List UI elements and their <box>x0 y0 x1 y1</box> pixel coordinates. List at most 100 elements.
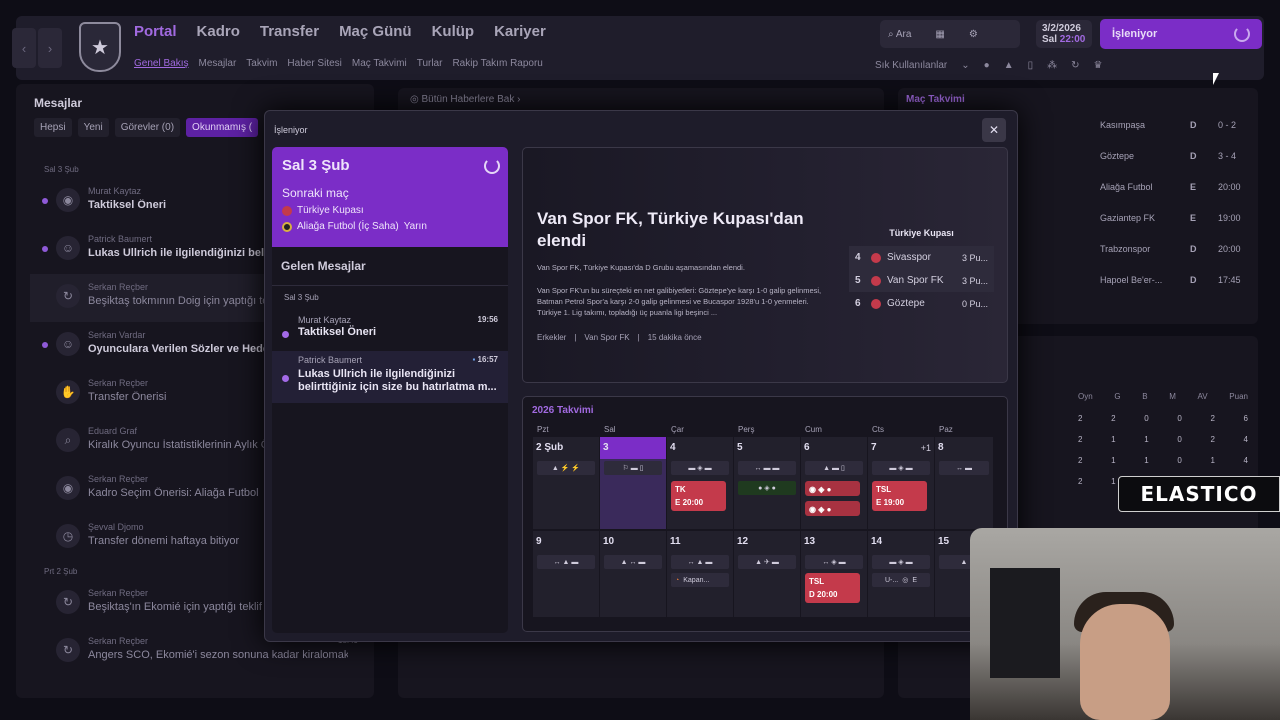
fixture-row[interactable]: Hapoel Be'er-... D 17:45 <box>1100 275 1250 306</box>
inbox-item[interactable]: Murat Kaytaz 19:56 Taktiksel Öneri <box>272 311 508 355</box>
team-crest-icon <box>871 252 881 263</box>
back-button[interactable]: ‹ <box>12 28 36 68</box>
favorites-dropdown[interactable]: Sık Kullanılanlar <box>875 60 947 71</box>
subnav-rakip-raporu[interactable]: Rakip Takım Raporu <box>452 58 542 69</box>
table-row[interactable]: 2 1 1 0 2 4 <box>1078 435 1248 456</box>
cell: 2 <box>1111 414 1116 423</box>
news-tag[interactable]: Van Spor FK <box>584 333 629 342</box>
nav-kadro[interactable]: Kadro <box>197 23 240 40</box>
continue-button[interactable]: İşleniyor <box>1100 19 1262 49</box>
youth-label: U-... <box>884 576 899 584</box>
youth-match[interactable]: U-... ◎ E <box>872 573 930 587</box>
news-card[interactable]: Van Spor FK, Türkiye Kupası'dan elendi V… <box>522 147 1008 383</box>
countdown-icon: ◔ <box>675 576 680 584</box>
inbox-item[interactable]: Patrick Baumert ▪ 16:57 Lukas Ullrich il… <box>272 351 508 403</box>
filter-new[interactable]: Yeni <box>77 118 109 137</box>
calendar-day[interactable]: 7 +1 ▬ ◈ ▬ TSL E 19:00 <box>868 437 934 529</box>
tactics-icon[interactable]: ⁂ <box>1047 60 1057 71</box>
refresh-icon[interactable]: ↻ <box>1071 60 1079 71</box>
close-icon[interactable]: ✕ <box>982 118 1006 142</box>
nav-portal[interactable]: Portal <box>134 23 177 40</box>
cell: 2 <box>1210 414 1215 423</box>
news-tag[interactable]: Erkekler <box>537 333 566 342</box>
calendar-day[interactable]: 4 ▬ ◈ ▬ TK E 20:00 <box>667 437 733 529</box>
standings-row[interactable]: 5 Van Spor FK 3 Pu... <box>849 269 994 292</box>
event-card[interactable]: ◉ ◈ ● <box>805 501 860 516</box>
calendar-day[interactable]: 8 ↔ ▬ <box>935 437 993 529</box>
calendar-day[interactable]: 14 ▬ ◈ ▬ U-... ◎ E <box>868 531 934 617</box>
date-box[interactable]: 3/2/2026 Sal 22:00 <box>1036 20 1092 48</box>
subnav-haber-sitesi[interactable]: Haber Sitesi <box>287 58 341 69</box>
document-icon[interactable]: ▯ <box>1028 60 1034 71</box>
standings-row[interactable]: 4 Sivasspor 3 Pu... <box>849 246 994 269</box>
day-text: Sal <box>1042 34 1058 45</box>
chat-icon[interactable]: ● <box>984 60 990 71</box>
calendar-panel: 2026 Takvimi Pzt Sal Çar Perş Cum Cts Pa… <box>522 396 1008 632</box>
calendar-day-today[interactable]: 3 ⚐ ▬ ▯ <box>600 437 666 529</box>
calendar-day[interactable]: 5 ↔ ▬ ▬ ● ◈ ● <box>734 437 800 529</box>
fixture-row[interactable]: Kasımpaşa D 0 - 2 <box>1100 120 1250 151</box>
match-card[interactable]: TK E 20:00 <box>671 481 726 511</box>
weekday: Pzt <box>537 425 549 434</box>
nav-kulup[interactable]: Kulüp <box>432 23 475 40</box>
training-icons: ▲ ▬ ▯ <box>805 461 863 475</box>
filter-unread[interactable]: Okunmamış ( <box>186 118 259 137</box>
inbox-title: Gelen Mesajlar <box>281 259 366 273</box>
subnav-mac-takvimi[interactable]: Maç Takvimi <box>352 58 407 69</box>
news-headline: Van Spor FK, Türkiye Kupası'dan elendi <box>537 209 804 250</box>
trophy-icon[interactable]: ♛ <box>1094 60 1103 71</box>
fixture-row[interactable]: Aliağa Futbol E 20:00 <box>1100 182 1250 213</box>
weekday: Sal <box>604 425 616 434</box>
search-box[interactable]: ⌕ Ara ▦ ⚙ <box>880 20 1020 48</box>
fixture-team: Hapoel Be'er-... <box>1100 275 1163 285</box>
nav-transfer[interactable]: Transfer <box>260 23 319 40</box>
calendar-day[interactable]: 10 ▲ ↔ ▬ <box>600 531 666 617</box>
person-icon: ☺ <box>56 236 80 260</box>
quick-bar: Sık Kullanılanlar ⌄ ● ▲ ▯ ⁂ ↻ ♛ <box>875 60 1102 71</box>
filter-tasks[interactable]: Görevler (0) <box>114 118 181 137</box>
next-match-card[interactable]: Sal 3 Şub Sonraki maç Türkiye Kupası Ali… <box>272 147 508 247</box>
table-row[interactable]: 2 2 0 0 2 6 <box>1078 414 1248 435</box>
event-card[interactable]: ◉ ◈ ● <box>805 481 860 496</box>
mouse-cursor-icon <box>1213 73 1219 85</box>
building-icon[interactable]: ▦ <box>935 29 944 40</box>
standing-pos: 5 <box>855 275 861 286</box>
fixture-row[interactable]: Trabzonspor D 20:00 <box>1100 244 1250 275</box>
forward-button[interactable]: › <box>38 28 62 68</box>
filter-all[interactable]: Hepsi <box>34 118 72 137</box>
fixture-result: 3 - 4 <box>1218 151 1237 161</box>
fixture-result: 20:00 <box>1218 244 1241 254</box>
calendar-day[interactable]: 2 Şub ▲ ⚡ ⚡ <box>533 437 599 529</box>
calendar-day[interactable]: 6 ▲ ▬ ▯ ◉ ◈ ● ◉ ◈ ● <box>801 437 867 529</box>
next-match-competition: Türkiye Kupası <box>297 205 364 216</box>
nav-kariyer[interactable]: Kariyer <box>494 23 546 40</box>
training-icons: ↔ ▲ ▬ <box>671 555 729 569</box>
calendar-day[interactable]: 12 ▲ ✈ ▬ <box>734 531 800 617</box>
fixture-row[interactable]: Gaziantep FK E 19:00 <box>1100 213 1250 244</box>
fixture-result: 17:45 <box>1218 275 1241 285</box>
settings-icon[interactable]: ⚙ <box>969 29 978 40</box>
fixture-row[interactable]: Göztepe D 3 - 4 <box>1100 151 1250 182</box>
fixture-side: E <box>1190 182 1197 192</box>
club-crest-icon[interactable]: ★ <box>79 22 121 72</box>
subnav-mesajlar[interactable]: Mesajlar <box>198 58 236 69</box>
standings-row[interactable]: 6 Göztepe 0 Pu... <box>849 292 994 315</box>
shirt-icon[interactable]: ▲ <box>1004 60 1014 71</box>
calendar-day[interactable]: 11 ↔ ▲ ▬ ◔ Kapan... <box>667 531 733 617</box>
inbox-panel: Gelen Mesajlar Sal 3 Şub Murat Kaytaz 19… <box>272 247 508 633</box>
table-row[interactable]: 2 1 1 0 1 4 <box>1078 456 1248 477</box>
nav-mac-gunu[interactable]: Maç Günü <box>339 23 412 40</box>
calendar-day[interactable]: 13 ↔ ◈ ▬ TSL D 20:00 <box>801 531 867 617</box>
message-filters: Hepsi Yeni Görevler (0) Okunmamış ( <box>34 118 259 137</box>
all-news-link[interactable]: ◎ Bütün Haberlere Bak › <box>410 94 520 105</box>
more-events[interactable]: +1 <box>921 443 931 453</box>
subnav-turlar[interactable]: Turlar <box>417 58 443 69</box>
calendar-day[interactable]: 9 ↔ ▲ ▬ <box>533 531 599 617</box>
subnav-takvim[interactable]: Takvim <box>246 58 277 69</box>
match-card[interactable]: TSL E 19:00 <box>872 481 927 511</box>
unread-dot <box>282 375 289 382</box>
message-from: Serkan Vardar <box>88 330 146 340</box>
subnav-genel-bakis[interactable]: Genel Bakış <box>134 58 188 69</box>
match-card[interactable]: TSL D 20:00 <box>805 573 860 603</box>
deadline-item[interactable]: ◔ Kapan... <box>671 573 729 587</box>
